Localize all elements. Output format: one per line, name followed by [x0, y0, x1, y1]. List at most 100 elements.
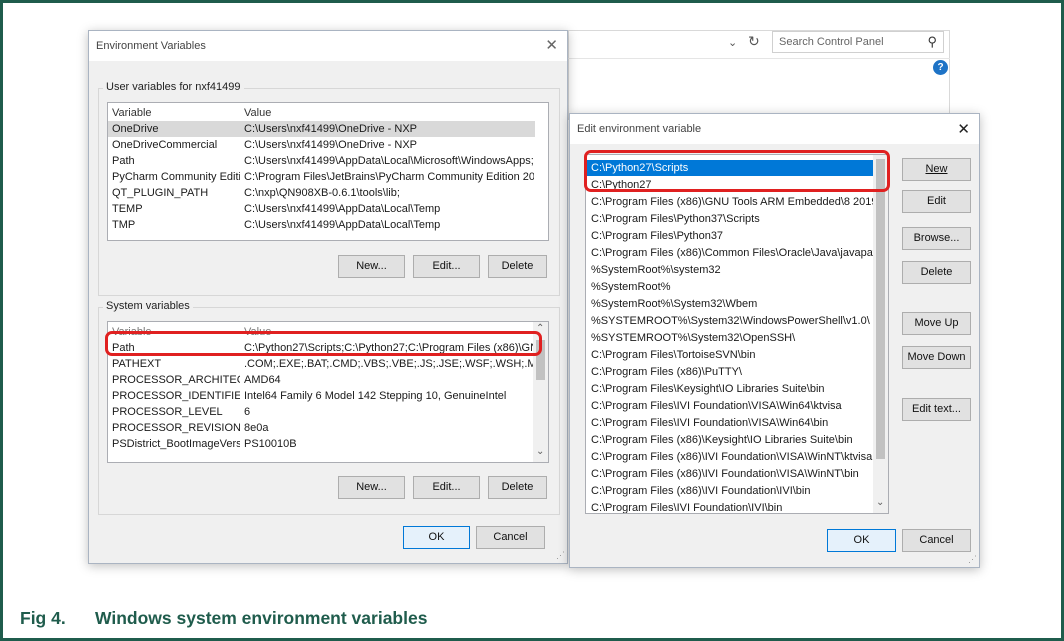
list-item[interactable]: C:\Program Files (x86)\IVI Foundation\IV…	[586, 483, 874, 499]
list-item[interactable]: C:\Program Files (x86)\PuTTY\	[586, 364, 874, 380]
table-row[interactable]: PROCESSOR_IDENTIFIER Intel64 Family 6 Mo…	[108, 388, 534, 404]
variable-value: AMD64	[244, 374, 281, 386]
new-path-button[interactable]: New	[902, 158, 971, 181]
variable-value: C:\Program Files\JetBrains\PyCharm Commu…	[244, 171, 534, 183]
figure-number: Fig 4.	[20, 608, 66, 628]
variable-value: PS10010B	[244, 438, 297, 450]
list-item[interactable]: %SystemRoot%	[586, 279, 874, 295]
control-panel-separator	[568, 58, 950, 59]
chevron-down-icon[interactable]: ⌄	[728, 36, 737, 49]
list-item[interactable]: C:\Program Files\Python37\Scripts	[586, 211, 874, 227]
column-header-value[interactable]: Value	[244, 107, 534, 119]
column-header-variable[interactable]: Variable	[112, 107, 240, 119]
search-input[interactable]: Search Control Panel ⚲	[772, 31, 944, 53]
variable-name: PATHEXT	[112, 358, 162, 370]
table-row[interactable]: PROCESSOR_LEVEL 6	[108, 404, 534, 420]
list-item[interactable]: C:\Program Files (x86)\IVI Foundation\VI…	[586, 449, 874, 465]
table-row[interactable]: OneDrive C:\Users\nxf41499\OneDrive - NX…	[108, 121, 535, 137]
table-row[interactable]: OneDriveCommercial C:\Users\nxf41499\One…	[108, 137, 535, 153]
user-new-button[interactable]: New...	[338, 255, 405, 278]
system-new-button[interactable]: New...	[338, 476, 405, 499]
cancel-button[interactable]: Cancel	[476, 526, 545, 549]
cancel-button[interactable]: Cancel	[902, 529, 971, 552]
list-item[interactable]: C:\Program Files (x86)\Common Files\Orac…	[586, 245, 874, 261]
button-label: New	[925, 163, 948, 175]
move-down-button[interactable]: Move Down	[902, 346, 971, 369]
list-item[interactable]: %SYSTEMROOT%\System32\WindowsPowerShell\…	[586, 313, 874, 329]
path-list[interactable]: C:\Python27\Scripts C:\Python27 C:\Progr…	[585, 154, 889, 514]
list-item[interactable]: C:\Program Files (x86)\GNU Tools ARM Emb…	[586, 194, 874, 210]
ok-button[interactable]: OK	[827, 529, 896, 552]
highlight-python-paths	[584, 150, 890, 192]
button-label: Edit text...	[912, 403, 961, 415]
user-variables-list[interactable]: Variable Value OneDrive C:\Users\nxf4149…	[107, 102, 549, 241]
browse-button[interactable]: Browse...	[902, 227, 971, 250]
table-row[interactable]: PROCESSOR_ARCHITECTU... AMD64	[108, 372, 534, 388]
list-item[interactable]: C:\Program Files\IVI Foundation\IVI\bin	[586, 500, 874, 513]
figure-caption: Fig 4. Windows system environment variabl…	[20, 608, 427, 629]
refresh-icon[interactable]: ↻	[748, 33, 760, 50]
variable-name: OneDriveCommercial	[112, 139, 218, 151]
list-item[interactable]: %SystemRoot%\system32	[586, 262, 874, 278]
table-row[interactable]: PATHEXT .COM;.EXE;.BAT;.CMD;.VBS;.VBE;.J…	[108, 356, 534, 372]
close-icon[interactable]: ✕	[957, 120, 970, 138]
variable-value: C:\Users\nxf41499\AppData\Local\Microsof…	[244, 155, 534, 167]
scrollbar-thumb[interactable]	[876, 159, 885, 459]
table-row[interactable]: TEMP C:\Users\nxf41499\AppData\Local\Tem…	[108, 201, 535, 217]
dialog-title: Environment Variables	[96, 40, 206, 52]
table-row[interactable]: TMP C:\Users\nxf41499\AppData\Local\Temp	[108, 217, 535, 233]
system-edit-button[interactable]: Edit...	[413, 476, 480, 499]
highlight-path-row	[105, 331, 542, 356]
variable-name: QT_PLUGIN_PATH	[112, 187, 209, 199]
scrollbar[interactable]: ⌄	[873, 155, 888, 513]
variable-name: PROCESSOR_LEVEL	[112, 406, 223, 418]
edit-path-button[interactable]: Edit	[902, 190, 971, 213]
resize-grip-icon[interactable]: ⋰	[556, 550, 565, 561]
variable-value: C:\Users\nxf41499\AppData\Local\Temp	[244, 203, 441, 215]
user-edit-button[interactable]: Edit...	[413, 255, 480, 278]
list-item[interactable]: C:\Program Files\IVI Foundation\VISA\Win…	[586, 415, 874, 431]
ok-button[interactable]: OK	[403, 526, 470, 549]
environment-variables-dialog: Environment Variables ✕ User variables f…	[88, 30, 568, 564]
list-header: Variable Value	[108, 105, 548, 121]
variable-name: TEMP	[112, 203, 143, 215]
system-variables-label: System variables	[103, 300, 193, 312]
variable-name: PSDistrict_BootImageVersi...	[112, 438, 240, 450]
list-item[interactable]: C:\Program Files\IVI Foundation\VISA\Win…	[586, 398, 874, 414]
table-row[interactable]: PSDistrict_BootImageVersi... PS10010B	[108, 436, 534, 452]
list-item[interactable]: %SYSTEMROOT%\System32\OpenSSH\	[586, 330, 874, 346]
list-item[interactable]: %SystemRoot%\System32\Wbem	[586, 296, 874, 312]
user-variables-label: User variables for nxf41499	[103, 81, 244, 93]
edit-text-button[interactable]: Edit text...	[902, 398, 971, 421]
close-icon[interactable]: ✕	[545, 36, 558, 54]
variable-value: C:\Users\nxf41499\AppData\Local\Temp	[244, 219, 441, 231]
figure-title: Windows system environment variables	[95, 608, 428, 628]
user-delete-button[interactable]: Delete	[488, 255, 547, 278]
resize-grip-icon[interactable]: ⋰	[968, 554, 977, 565]
table-row[interactable]: Path C:\Users\nxf41499\AppData\Local\Mic…	[108, 153, 535, 169]
scroll-down-icon[interactable]: ⌄	[536, 446, 544, 457]
table-row[interactable]: PyCharm Community Editi... C:\Program Fi…	[108, 169, 535, 185]
dialog-titlebar: Edit environment variable ✕	[570, 114, 979, 144]
list-item[interactable]: C:\Program Files (x86)\Keysight\IO Libra…	[586, 432, 874, 448]
variable-value: C:\nxp\QN908XB-0.6.1\tools\lib;	[244, 187, 400, 199]
variable-value: Intel64 Family 6 Model 142 Stepping 10, …	[244, 390, 507, 402]
move-up-button[interactable]: Move Up	[902, 312, 971, 335]
search-icon[interactable]: ⚲	[927, 34, 937, 50]
delete-path-button[interactable]: Delete	[902, 261, 971, 284]
table-row[interactable]: QT_PLUGIN_PATH C:\nxp\QN908XB-0.6.1\tool…	[108, 185, 535, 201]
list-item[interactable]: C:\Program Files\Python37	[586, 228, 874, 244]
table-row[interactable]: PROCESSOR_REVISION 8e0a	[108, 420, 534, 436]
button-label: Browse...	[913, 232, 960, 244]
variable-value: .COM;.EXE;.BAT;.CMD;.VBS;.VBE;.JS;.JSE;.…	[244, 358, 534, 370]
list-item[interactable]: C:\Program Files\TortoiseSVN\bin	[586, 347, 874, 363]
variable-name: PROCESSOR_REVISION	[112, 422, 240, 434]
list-item[interactable]: C:\Program Files (x86)\IVI Foundation\VI…	[586, 466, 874, 482]
button-label: Move Up	[914, 317, 959, 329]
system-delete-button[interactable]: Delete	[488, 476, 547, 499]
help-icon[interactable]: ?	[933, 60, 948, 75]
list-item[interactable]: C:\Program Files\Keysight\IO Libraries S…	[586, 381, 874, 397]
variable-name: OneDrive	[112, 123, 159, 135]
variable-name: TMP	[112, 219, 136, 231]
scroll-down-icon[interactable]: ⌄	[876, 497, 884, 508]
